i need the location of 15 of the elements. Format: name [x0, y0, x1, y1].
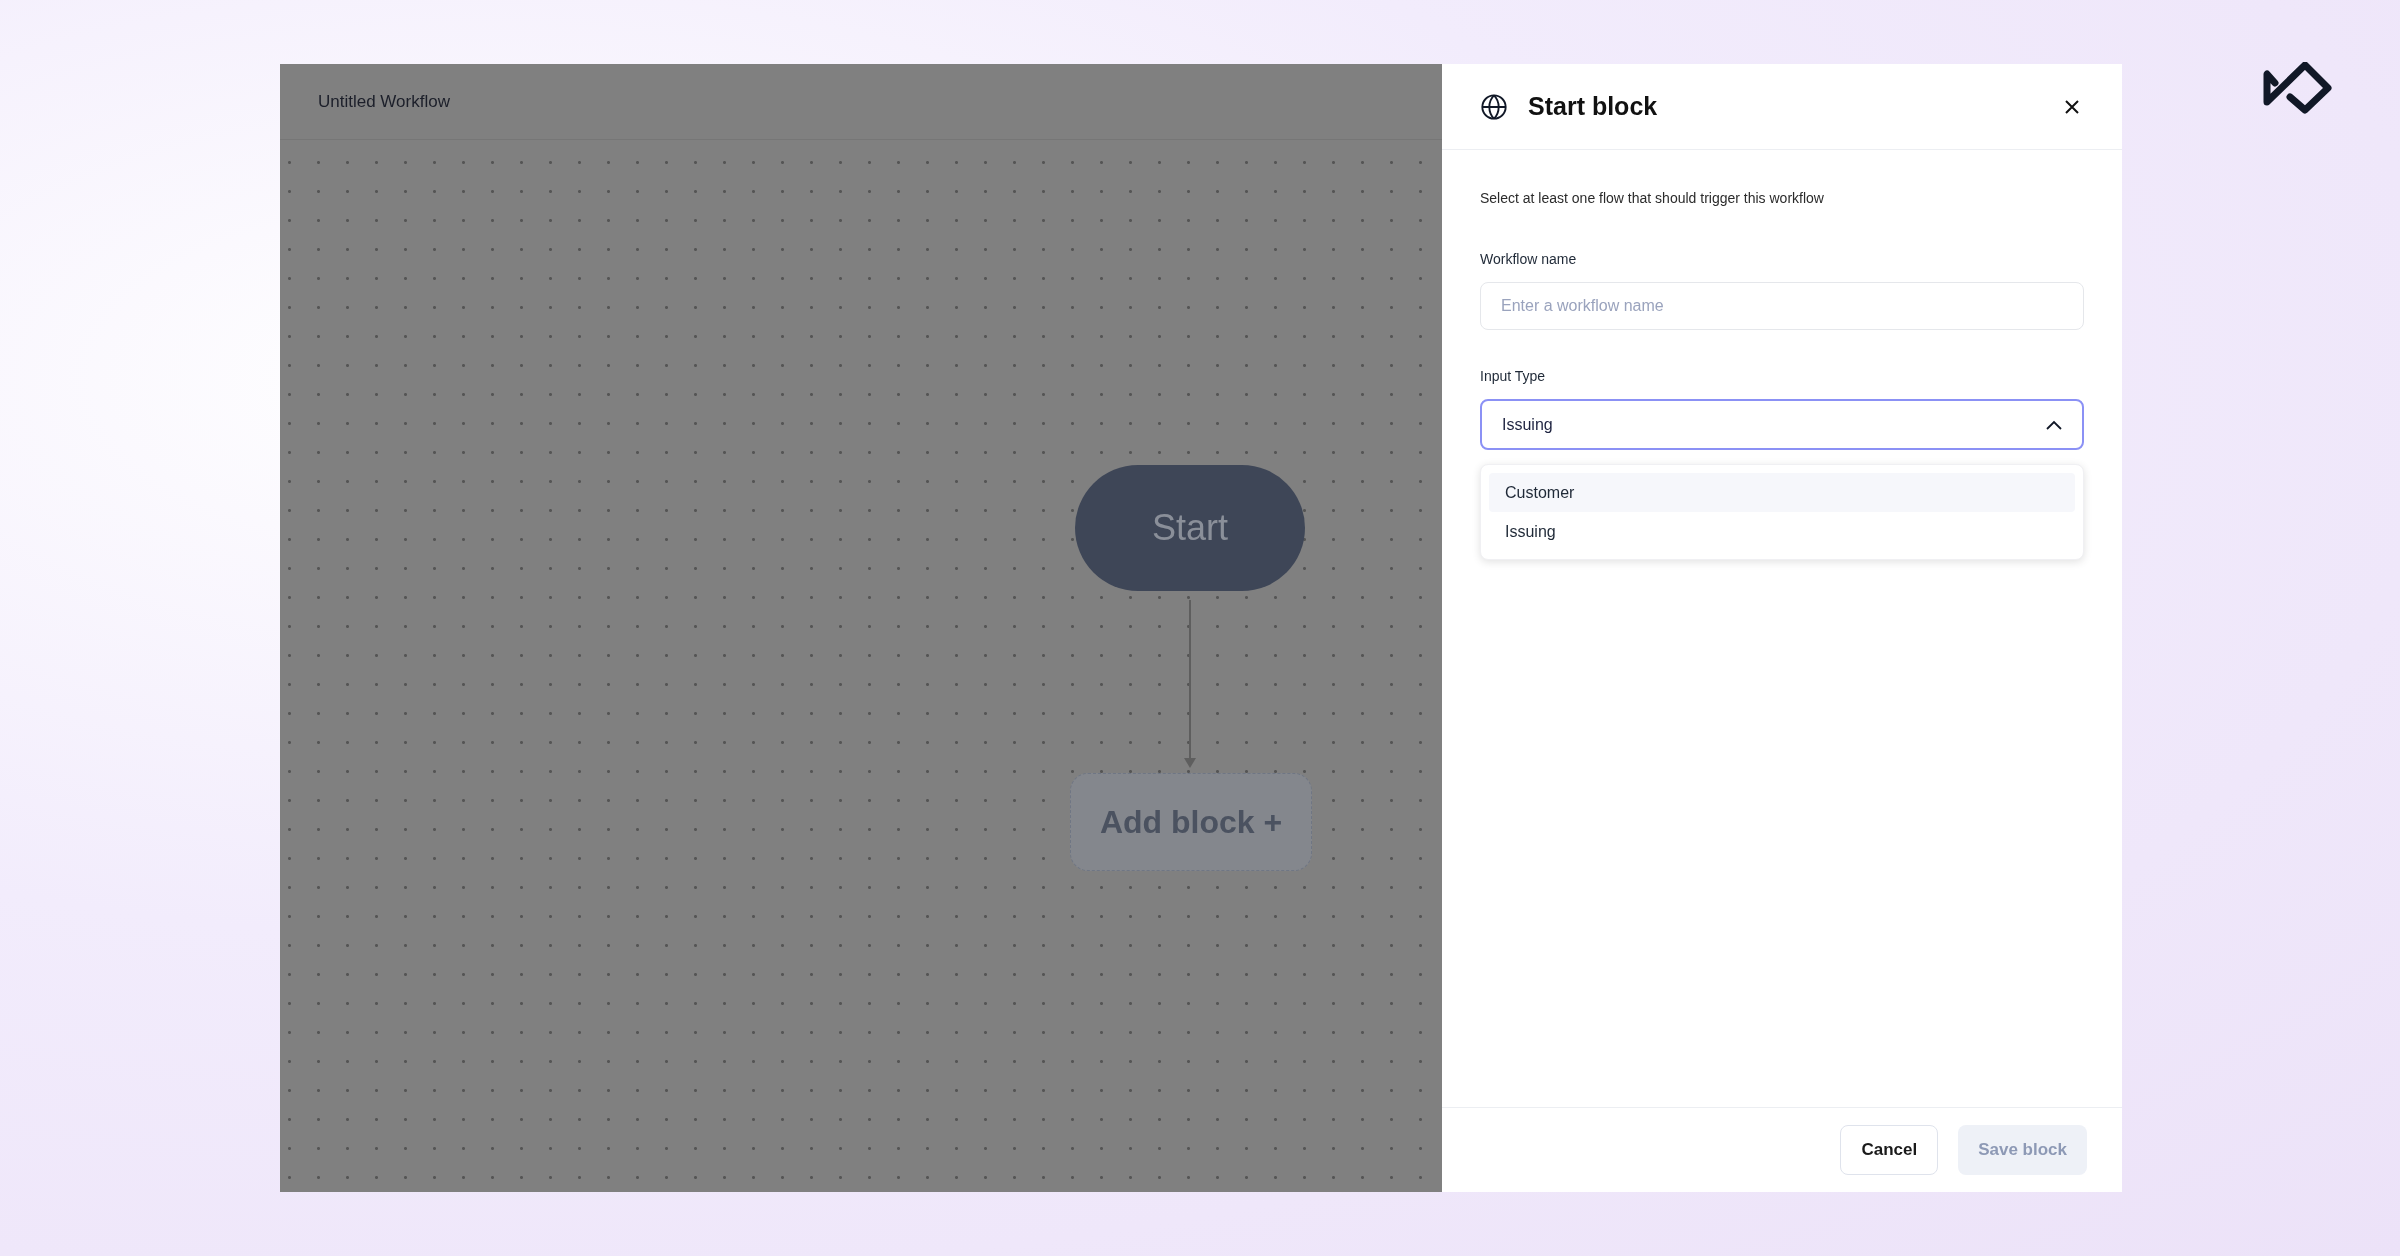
chevron-up-icon — [2046, 419, 2062, 430]
logo-icon — [2262, 62, 2334, 114]
close-icon — [2065, 99, 2079, 114]
input-type-select[interactable]: Issuing — [1480, 399, 2084, 450]
workflow-title: Untitled Workflow — [318, 90, 450, 113]
field-label: Input Type — [1480, 367, 1547, 386]
dropdown-option[interactable]: Customer — [1489, 473, 2075, 512]
dropdown-option[interactable]: Issuing — [1489, 512, 2075, 551]
panel-title: Start block — [1528, 90, 1659, 122]
cancel-button[interactable]: Cancel — [1840, 1125, 1939, 1175]
field-label: Workflow name — [1480, 250, 1578, 269]
workflow-name-field[interactable]: Enter a workflow name — [1480, 282, 2084, 330]
globe-icon — [1480, 92, 1508, 121]
panel-description: Select at least one flow that should trigger this workflow — [1480, 189, 1825, 208]
start-node: Start — [1075, 465, 1305, 591]
